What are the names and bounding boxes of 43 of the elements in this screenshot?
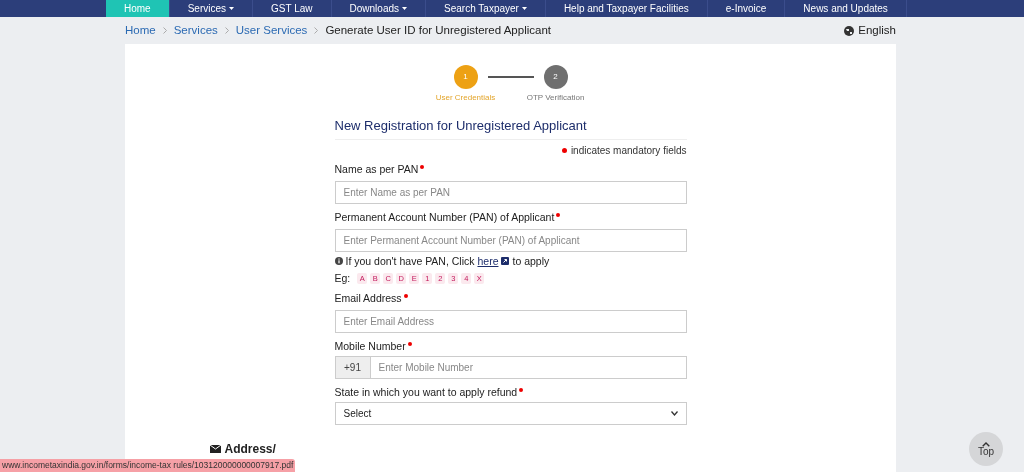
field-label: Permanent Account Number (PAN) of Applicant bbox=[334, 210, 555, 223]
state-dropdown[interactable]: Select bbox=[334, 401, 687, 425]
example-label: Eg: bbox=[334, 271, 351, 285]
globe-icon bbox=[844, 25, 855, 36]
step-label: User Credentials bbox=[435, 92, 496, 104]
field-label: Mobile Number bbox=[334, 339, 406, 352]
envelope-icon bbox=[209, 445, 221, 453]
nav-tab[interactable]: Search Taxpayer bbox=[426, 0, 546, 17]
chevron-icon bbox=[162, 27, 167, 34]
input-field[interactable]: Enter Permanent Account Number (PAN) of Applicant bbox=[334, 228, 687, 252]
breadcrumb-current: Generate User ID for Unregistered Applicant bbox=[325, 22, 551, 38]
input-field[interactable]: Enter Mobile Number bbox=[370, 355, 687, 379]
status-bar-url: www.incometaxindia.gov.in/forms/income-tax rules/103120000000007917.pdf bbox=[0, 459, 296, 472]
nav-tab[interactable]: Services bbox=[169, 0, 254, 17]
here-link[interactable]: here bbox=[477, 254, 499, 267]
chevron-icon bbox=[224, 27, 229, 34]
step-label: OTP Verification bbox=[526, 92, 585, 104]
nav-tab[interactable]: Downloads bbox=[331, 0, 427, 17]
back-to-top-button[interactable]: Top bbox=[969, 432, 1003, 466]
field-label: State in which you want to apply refund bbox=[334, 385, 518, 398]
nav-tab[interactable]: Help and Taxpayer Facilities bbox=[545, 0, 708, 17]
nav-tab[interactable]: News and Updates bbox=[785, 0, 907, 17]
breadcrumb-link[interactable]: Home bbox=[125, 21, 156, 40]
breadcrumb-link[interactable]: User Services bbox=[235, 21, 308, 40]
chevron-down-icon bbox=[670, 410, 678, 416]
chevron-icon bbox=[314, 27, 319, 34]
mandatory-note: indicates mandatory fields bbox=[570, 143, 687, 158]
info-icon bbox=[334, 257, 343, 265]
country-code: +91 bbox=[334, 355, 371, 379]
language-link[interactable]: English bbox=[858, 21, 896, 40]
field-label: Email Address bbox=[334, 291, 402, 304]
field-label: Name as per PAN bbox=[334, 162, 419, 175]
input-field[interactable]: Enter Name as per PAN bbox=[334, 180, 687, 204]
nav-tab[interactable]: e-Invoice bbox=[707, 0, 786, 17]
pan-hint: If you don't have PAN, Click here bbox=[345, 254, 499, 268]
breadcrumb-link[interactable]: Services bbox=[173, 21, 218, 40]
caret-up-icon bbox=[982, 441, 990, 447]
nav-tab[interactable]: GST Law bbox=[253, 0, 332, 17]
external-link-icon bbox=[501, 257, 510, 265]
input-field[interactable]: Enter Email Address bbox=[334, 309, 687, 333]
form-title: New Registration for Unregistered Applicant bbox=[334, 116, 687, 140]
hint-text: to apply bbox=[512, 254, 550, 268]
section-heading: Address/ bbox=[224, 442, 276, 456]
